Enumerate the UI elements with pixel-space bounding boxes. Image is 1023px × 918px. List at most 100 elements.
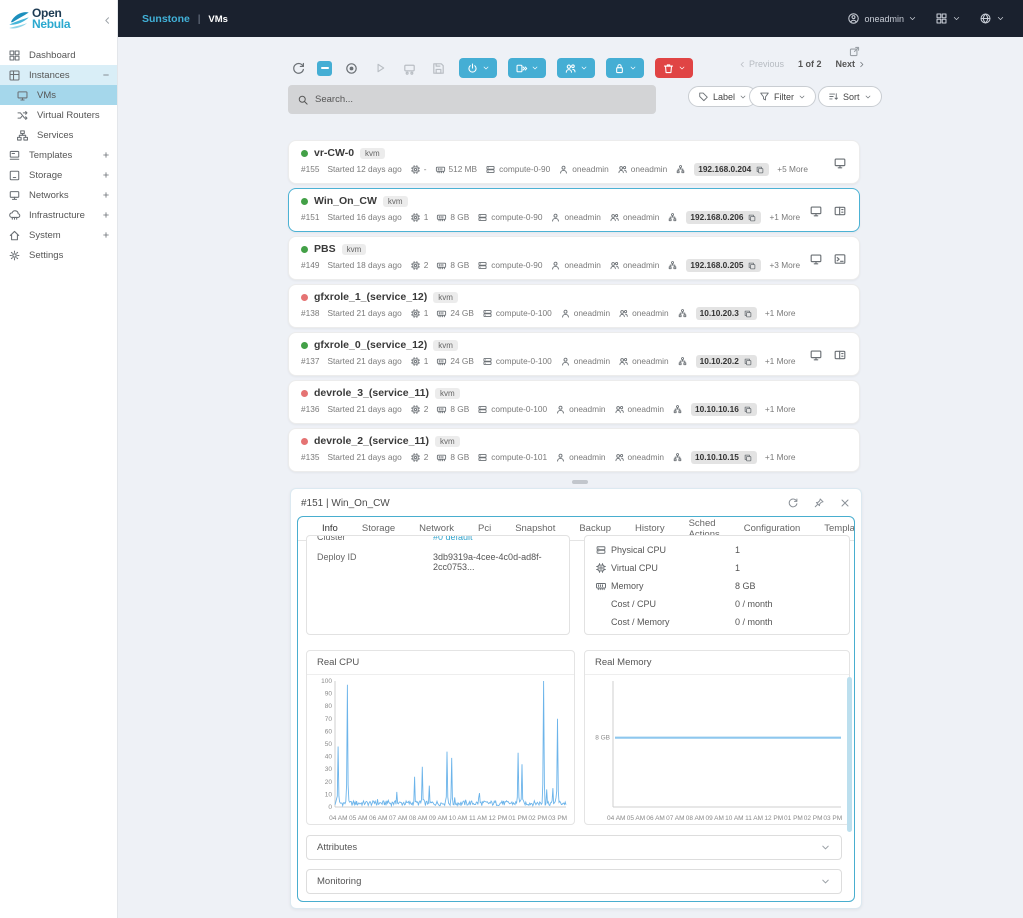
copy-icon bbox=[755, 165, 765, 175]
sidebar-item-instances[interactable]: Instances bbox=[0, 65, 117, 85]
detail-pin-button[interactable] bbox=[813, 497, 825, 509]
rdp-console-button[interactable] bbox=[833, 346, 847, 364]
sidebar-collapse-button[interactable] bbox=[102, 12, 113, 30]
detail-close-button[interactable] bbox=[839, 497, 851, 509]
vm-ip-badge[interactable]: 192.168.0.206 bbox=[686, 211, 761, 224]
vnc-console-button[interactable] bbox=[833, 154, 847, 172]
vm-more-ips[interactable]: +1 More bbox=[769, 212, 800, 222]
sidebar-item-infrastructure[interactable]: Infrastructure bbox=[0, 205, 117, 225]
refresh-button[interactable] bbox=[288, 58, 308, 78]
label-filter-button[interactable]: Label bbox=[688, 86, 757, 107]
real-memory-chart: 8 GB04 AM05 AM06 AM07 AM08 AM09 AM10 AM1… bbox=[585, 675, 849, 823]
cluster-value-link[interactable]: #0 default bbox=[433, 535, 473, 542]
power-actions-button[interactable] bbox=[459, 58, 497, 78]
vm-more-ips[interactable]: +1 More bbox=[765, 308, 796, 318]
vm-row-151[interactable]: Win_On_CW kvm #151 Started 16 days ago 1… bbox=[288, 188, 860, 232]
next-page-button[interactable]: Next bbox=[836, 59, 867, 69]
select-all-checkbox[interactable] bbox=[317, 61, 332, 76]
previous-page-button[interactable]: Previous bbox=[738, 59, 784, 69]
sidebar-item-virtual-routers[interactable]: Virtual Routers bbox=[0, 105, 117, 125]
copy-ip-button[interactable] bbox=[743, 308, 753, 319]
vm-more-ips[interactable]: +1 More bbox=[765, 356, 796, 366]
vm-more-ips[interactable]: +1 More bbox=[765, 404, 796, 414]
apps-menu[interactable] bbox=[935, 12, 961, 25]
vm-ip-badge[interactable]: 10.10.10.16 bbox=[691, 403, 757, 416]
sidebar-item-settings[interactable]: Settings bbox=[0, 245, 117, 265]
vm-more-ips[interactable]: +3 More bbox=[769, 260, 800, 270]
filter-button[interactable]: Filter bbox=[749, 86, 816, 107]
vm-ip-badge[interactable]: 192.168.0.204 bbox=[694, 163, 769, 176]
panel-resize-handle[interactable] bbox=[572, 480, 588, 484]
sidebar-item-vms[interactable]: VMs bbox=[0, 85, 117, 105]
ssh-console-button[interactable] bbox=[833, 250, 847, 268]
sidebar-item-storage[interactable]: Storage bbox=[0, 165, 117, 185]
minus-icon-toggle[interactable] bbox=[101, 70, 111, 80]
lock-actions-button[interactable] bbox=[606, 58, 644, 78]
refresh-icon bbox=[787, 497, 799, 509]
ownership-actions-button[interactable] bbox=[557, 58, 595, 78]
vnc-console-button[interactable] bbox=[809, 346, 823, 364]
vnc-console-button[interactable] bbox=[809, 250, 823, 268]
vm-ip-badge[interactable]: 192.168.0.205 bbox=[686, 259, 761, 272]
migrate-actions-button[interactable] bbox=[508, 58, 546, 78]
svg-text:08 AM: 08 AM bbox=[686, 815, 704, 822]
sidebar-item-templates[interactable]: Templates bbox=[0, 145, 117, 165]
plus-icon-toggle[interactable] bbox=[101, 190, 111, 200]
breadcrumb-app[interactable]: Sunstone bbox=[142, 13, 190, 25]
vm-started: Started 21 days ago bbox=[327, 356, 401, 366]
vm-memory: 512 MB bbox=[435, 164, 478, 175]
vm-row-149[interactable]: PBS kvm #149 Started 18 days ago 2 8 GB … bbox=[288, 236, 860, 280]
user-menu[interactable]: oneadmin bbox=[847, 12, 917, 25]
plus-icon-toggle[interactable] bbox=[101, 170, 111, 180]
vm-row-137[interactable]: gfxrole_0_(service_12) kvm #137 Started … bbox=[288, 332, 860, 376]
copy-ip-button[interactable] bbox=[747, 212, 757, 223]
vm-ip-badge[interactable]: 10.10.10.15 bbox=[691, 451, 757, 464]
monitoring-accordion[interactable]: Monitoring bbox=[306, 869, 842, 894]
vm-row-155[interactable]: vr-CW-0 kvm #155 Started 12 days ago - 5… bbox=[288, 140, 860, 184]
sidebar-item-dashboard[interactable]: Dashboard bbox=[0, 45, 117, 65]
save-button[interactable] bbox=[428, 58, 448, 78]
capacity-label: Cost / Memory bbox=[611, 617, 735, 627]
locate-button[interactable] bbox=[341, 58, 361, 78]
vm-row-138[interactable]: gfxrole_1_(service_12) kvm #138 Started … bbox=[288, 284, 860, 328]
plus-icon-toggle[interactable] bbox=[101, 150, 111, 160]
sidebar-item-system[interactable]: System bbox=[0, 225, 117, 245]
copy-ip-button[interactable] bbox=[743, 404, 753, 415]
vm-row-details: #136 Started 21 days ago 2 8 GB compute-… bbox=[301, 403, 849, 416]
vm-more-ips[interactable]: +1 More bbox=[765, 452, 796, 462]
sidebar-item-networks[interactable]: Networks bbox=[0, 185, 117, 205]
plus-icon-toggle[interactable] bbox=[101, 230, 111, 240]
detail-refresh-button[interactable] bbox=[787, 497, 799, 509]
play-button[interactable] bbox=[370, 58, 390, 78]
vm-host: compute-0-100 bbox=[482, 356, 552, 367]
copy-ip-button[interactable] bbox=[755, 164, 765, 175]
vnc-console-button[interactable] bbox=[809, 202, 823, 220]
language-menu[interactable] bbox=[979, 12, 1005, 25]
vm-ip-badge[interactable]: 10.10.20.2 bbox=[696, 355, 757, 368]
physical-cpu-icon bbox=[595, 544, 607, 556]
plus-icon-toggle[interactable] bbox=[101, 210, 111, 220]
sort-button[interactable]: Sort bbox=[818, 86, 882, 107]
sidebar-item-services[interactable]: Services bbox=[0, 125, 117, 145]
vm-row-136[interactable]: devrole_3_(service_11) kvm #136 Started … bbox=[288, 380, 860, 424]
info-capacity-card: Physical CPU1Virtual CPU1Memory8 GBCost … bbox=[584, 535, 850, 635]
rdp-console-button[interactable] bbox=[833, 202, 847, 220]
attributes-accordion[interactable]: Attributes bbox=[306, 835, 842, 860]
sort-button-text: Sort bbox=[843, 92, 860, 102]
capacity-value: 0 / month bbox=[735, 599, 773, 609]
search-input[interactable] bbox=[315, 94, 615, 105]
copy-ip-button[interactable] bbox=[743, 452, 753, 463]
delete-actions-button[interactable] bbox=[655, 58, 693, 78]
vm-network bbox=[677, 356, 688, 367]
copy-ip-button[interactable] bbox=[747, 260, 757, 271]
panel-scrollbar-thumb[interactable] bbox=[847, 677, 852, 832]
deploy-button[interactable] bbox=[399, 58, 419, 78]
vm-ip-badge[interactable]: 10.10.20.3 bbox=[696, 307, 757, 320]
vm-group: oneadmin bbox=[618, 356, 668, 367]
vm-id: #149 bbox=[301, 260, 319, 270]
real-memory-chart-title: Real Memory bbox=[585, 651, 849, 675]
memory-icon bbox=[436, 356, 447, 367]
vm-more-ips[interactable]: +5 More bbox=[777, 164, 808, 174]
vm-row-135[interactable]: devrole_2_(service_11) kvm #135 Started … bbox=[288, 428, 860, 472]
copy-ip-button[interactable] bbox=[743, 356, 753, 367]
